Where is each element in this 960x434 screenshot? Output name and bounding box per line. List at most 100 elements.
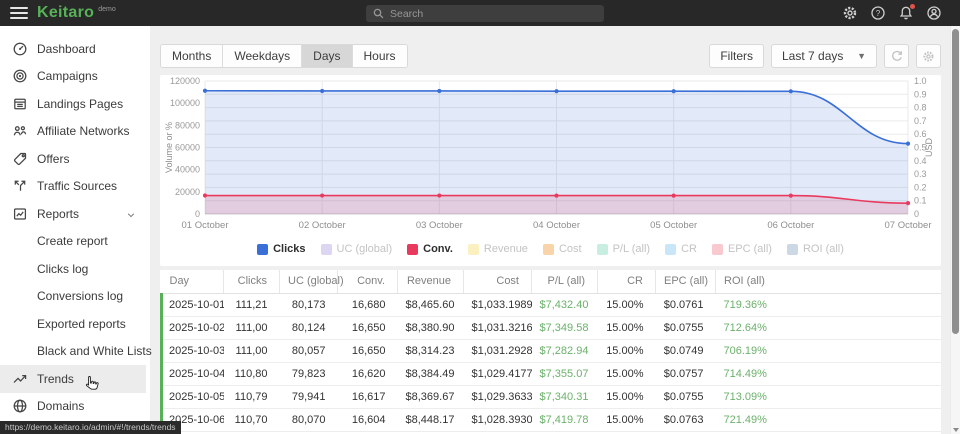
sidebar-item-create-report[interactable]: Create report	[0, 228, 146, 256]
legend-item-clicks[interactable]: Clicks	[257, 243, 305, 255]
column-header-cr[interactable]: CR	[598, 270, 656, 293]
table-row[interactable]: 2025-10-04110,8079,82316,620$8,384.49$1,…	[162, 362, 942, 385]
tab-weekdays[interactable]: Weekdays	[223, 45, 302, 67]
search-input[interactable]	[390, 8, 598, 20]
scrollbar-down-arrow[interactable]	[953, 428, 959, 432]
cell-roi-all-: 706.19%	[716, 339, 942, 362]
filters-button[interactable]: Filters	[709, 44, 764, 68]
legend-item-conv-[interactable]: Conv.	[407, 243, 453, 255]
date-range-value: Last 7 days	[782, 49, 843, 63]
cell-conv-: 16,620	[338, 362, 398, 385]
date-range-select[interactable]: Last 7 days ▼	[771, 44, 877, 68]
sidebar-item-clicks-log[interactable]: Clicks log	[0, 255, 146, 283]
trends-line-chart[interactable]: 02000040000600008000010000012000000.10.2…	[160, 75, 941, 238]
y-tick-left: 120000	[170, 76, 200, 86]
legend-item-epc-all-[interactable]: EPC (all)	[712, 243, 772, 255]
legend-item-cost[interactable]: Cost	[543, 243, 582, 255]
cell-cr: 15.00%	[598, 408, 656, 431]
sidebar-item-affiliate-networks[interactable]: Affiliate Networks	[0, 118, 146, 146]
x-tick: 02 October	[299, 220, 346, 231]
cell-cr: 15.00%	[598, 316, 656, 339]
table-row[interactable]: 2025-10-05110,7979,94116,617$8,369.67$1,…	[162, 385, 942, 408]
column-header-uc-global-[interactable]: UC (global)	[280, 270, 338, 293]
y-tick-left: 80000	[175, 120, 200, 130]
x-tick: 05 October	[650, 220, 697, 231]
trends-icon	[12, 371, 28, 387]
scrollbar-thumb[interactable]	[952, 29, 959, 334]
legend-item-uc-global-[interactable]: UC (global)	[321, 243, 393, 255]
svg-text:?: ?	[876, 9, 881, 18]
legend-label: UC (global)	[337, 243, 393, 255]
column-header-revenue[interactable]: Revenue	[398, 270, 464, 293]
cell-clicks: 110,80	[224, 362, 280, 385]
cell-p-l-all-: $7,340.31	[532, 385, 598, 408]
app-logo[interactable]: Keitaro	[37, 4, 94, 22]
point-clicks	[437, 89, 441, 93]
sidebar-item-label: Clicks log	[37, 262, 88, 276]
column-header-p-l-all-[interactable]: P/L (all)	[532, 270, 598, 293]
column-header-day[interactable]: Day	[162, 270, 224, 293]
sidebar-item-domains[interactable]: Domains	[0, 393, 146, 421]
legend-item-roi-all-[interactable]: ROI (all)	[787, 243, 844, 255]
account-icon[interactable]	[926, 5, 942, 21]
table-row[interactable]: 2025-10-03111,0080,05716,650$8,314.23$1,…	[162, 339, 942, 362]
y-tick-right: 1.0	[914, 76, 927, 86]
hamburger-menu-icon[interactable]	[10, 7, 28, 19]
table-row[interactable]: 2025-10-02111,0080,12416,650$8,380.90$1,…	[162, 316, 942, 339]
tab-days[interactable]: Days	[302, 45, 352, 67]
topbar: Keitaro demo ?	[0, 0, 960, 26]
cell-conv-: 16,680	[338, 293, 398, 316]
page-scrollbar[interactable]	[950, 26, 960, 434]
sidebar-item-dashboard[interactable]: Dashboard	[0, 35, 146, 63]
y-tick-right: 0.2	[914, 182, 927, 192]
legend-label: ROI (all)	[803, 243, 844, 255]
notifications-bell-icon[interactable]	[898, 5, 914, 21]
notification-dot	[910, 4, 915, 9]
table-row[interactable]: 2025-10-06110,7080,07016,604$8,448.17$1,…	[162, 408, 942, 431]
sidebar-item-traffic-sources[interactable]: Traffic Sources	[0, 173, 146, 201]
sidebar-item-reports[interactable]: Reports	[0, 200, 146, 228]
sidebar-item-landings-pages[interactable]: Landings Pages	[0, 90, 146, 118]
y-tick-right: 0.6	[914, 129, 927, 139]
sidebar-item-campaigns[interactable]: Campaigns	[0, 63, 146, 91]
column-header-epc-all-[interactable]: EPC (all)	[656, 270, 716, 293]
refresh-button[interactable]	[884, 44, 909, 68]
legend-item-p-l-all-[interactable]: P/L (all)	[597, 243, 651, 255]
chart-settings-button[interactable]	[916, 44, 941, 68]
sidebar-item-label: Dashboard	[37, 42, 96, 56]
legend-item-cr[interactable]: CR	[665, 243, 697, 255]
cell-cost: $1,031.3216	[464, 316, 532, 339]
sidebar-item-exported-reports[interactable]: Exported reports	[0, 310, 146, 338]
settings-gear-icon[interactable]	[842, 5, 858, 21]
legend-item-revenue[interactable]: Revenue	[468, 243, 528, 255]
y-tick-right: 0.1	[914, 196, 927, 206]
table-row[interactable]: 2025-10-01111,2180,17316,680$8,465.60$1,…	[162, 293, 942, 316]
column-header-conv-[interactable]: Conv.	[338, 270, 398, 293]
gear-icon	[922, 50, 935, 63]
cell-roi-all-: 721.49%	[716, 408, 942, 431]
help-icon[interactable]: ?	[870, 5, 886, 21]
legend-swatch	[665, 244, 676, 255]
cell-cr: 15.00%	[598, 362, 656, 385]
sidebar-item-black-and-white-lists[interactable]: Black and White Lists	[0, 338, 146, 366]
column-header-roi-all-[interactable]: ROI (all)	[716, 270, 942, 293]
x-tick: 07 October	[885, 220, 932, 231]
y-axis-label-right: USD	[924, 138, 934, 158]
tab-months[interactable]: Months	[161, 45, 223, 67]
sidebar-item-conversions-log[interactable]: Conversions log	[0, 283, 146, 311]
legend-swatch	[543, 244, 554, 255]
cell-revenue: $8,384.49	[398, 362, 464, 385]
sidebar-item-trends[interactable]: Trends	[0, 365, 146, 393]
cell-epc-all-: $0.0749	[656, 339, 716, 362]
sidebar-item-offers[interactable]: Offers	[0, 145, 146, 173]
column-header-cost[interactable]: Cost	[464, 270, 532, 293]
cell-day: 2025-10-01	[162, 293, 224, 316]
point-conv	[320, 193, 324, 197]
y-tick-right: 0.9	[914, 89, 927, 99]
cell-revenue: $8,314.23	[398, 339, 464, 362]
cell-cost: $1,028.3930	[464, 408, 532, 431]
traffic-icon	[12, 178, 28, 194]
global-search[interactable]	[366, 5, 604, 22]
tab-hours[interactable]: Hours	[353, 45, 407, 67]
column-header-clicks[interactable]: Clicks	[224, 270, 280, 293]
